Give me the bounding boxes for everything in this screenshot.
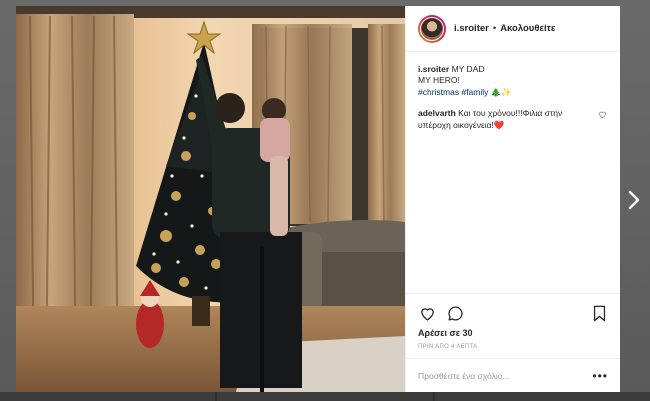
bookmark-icon[interactable]: [590, 304, 608, 322]
comment-emoji: ❤️: [493, 119, 505, 130]
post-timestamp[interactable]: ΠΡΙΝ ΑΠΟ 4 ΛΕΠΤΑ: [418, 344, 608, 350]
separator-dot: •: [492, 23, 497, 34]
hashtag-family[interactable]: #family: [461, 87, 488, 97]
comment-item: adelvarth Και του χρόνου!!!Φιλια στην υπ…: [418, 108, 608, 131]
header-text: i.sroiter • Ακολουθείτε: [454, 23, 555, 34]
post-caption: i.sroiter MY DAD MY HERO! #christmas #fa…: [418, 64, 608, 98]
comment-bubble-icon[interactable]: [446, 304, 464, 322]
caption-line-1: MY DAD: [451, 64, 485, 74]
comments-section: i.sroiter MY DAD MY HERO! #christmas #fa…: [406, 52, 620, 293]
likes-count[interactable]: Αρέσει σε 30: [418, 328, 608, 338]
thumbnail: [217, 392, 433, 401]
add-comment-bar: •••: [406, 358, 620, 392]
caption-emoji: 🎄✨: [490, 86, 512, 97]
thumbnail: [0, 392, 216, 401]
caption-username-link[interactable]: i.sroiter: [418, 64, 449, 74]
feed-thumbnail-strip: [0, 392, 650, 401]
hashtag-christmas[interactable]: #christmas: [418, 87, 459, 97]
following-button[interactable]: Ακολουθείτε: [500, 23, 555, 34]
avatar[interactable]: [418, 14, 446, 43]
post-photo[interactable]: [16, 6, 405, 392]
post-sidebar: i.sroiter • Ακολουθείτε i.sroiter MY DAD…: [405, 6, 620, 392]
post-modal: i.sroiter • Ακολουθείτε i.sroiter MY DAD…: [16, 6, 620, 392]
chevron-right-icon[interactable]: [624, 186, 644, 214]
avatar-image: [421, 17, 443, 40]
post-actions: Αρέσει σε 30 ΠΡΙΝ ΑΠΟ 4 ΛΕΠΤΑ: [406, 293, 620, 350]
christmas-tree-photo: [16, 6, 405, 392]
caption-line-2: MY HERO!: [418, 75, 460, 86]
comment-input[interactable]: [418, 370, 593, 381]
post-header: i.sroiter • Ακολουθείτε: [406, 6, 620, 52]
username-link[interactable]: i.sroiter: [454, 23, 489, 34]
more-options-icon[interactable]: •••: [592, 369, 608, 383]
comment-like-heart-icon[interactable]: [598, 110, 608, 123]
comment-username-link[interactable]: adelvarth: [418, 108, 456, 118]
action-icons-row: [418, 302, 608, 324]
comment-body: adelvarth Και του χρόνου!!!Φιλια στην υπ…: [418, 108, 592, 131]
heart-icon[interactable]: [418, 304, 436, 322]
thumbnail: [434, 392, 650, 401]
